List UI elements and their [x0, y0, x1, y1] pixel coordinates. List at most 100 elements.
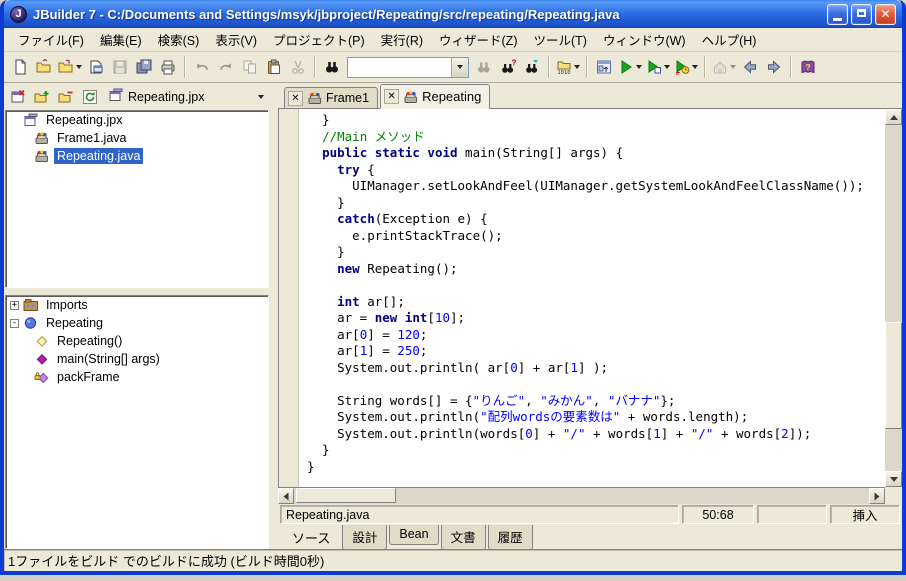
code-line: System.out.println(words[0] + "/" + word… [307, 425, 812, 441]
vertical-scroll-thumb[interactable] [885, 322, 902, 430]
editor-tab-repeating[interactable]: ✕ Repeating [380, 84, 491, 109]
svg-text:?: ? [805, 62, 810, 72]
refresh-project-button[interactable] [78, 85, 102, 109]
save-all-button[interactable] [132, 55, 156, 79]
horizontal-scroll-track[interactable] [294, 488, 869, 504]
expand-icon[interactable]: + [10, 300, 19, 310]
profile-button[interactable] [672, 55, 700, 79]
menu-item-1[interactable]: 編集(E) [92, 27, 150, 52]
scroll-right-button[interactable] [869, 488, 885, 504]
back-button[interactable] [738, 55, 762, 79]
project-combo[interactable]: Repeating.jpx [106, 86, 266, 108]
code-line: } [307, 112, 330, 127]
forward-button[interactable] [762, 55, 786, 79]
menu-item-5[interactable]: 実行(R) [373, 27, 431, 52]
reopen-button[interactable] [56, 55, 84, 79]
view-tab-bar: ソース 設計 Bean 文書 履歴 [278, 525, 902, 551]
find-incremental-button[interactable]: ? [496, 55, 520, 79]
menu-item-2[interactable]: 検索(S) [150, 27, 208, 52]
run-button[interactable] [616, 55, 644, 79]
chevron-down-icon [457, 65, 463, 69]
close-button[interactable]: ✕ [875, 3, 896, 25]
add-file-button[interactable] [30, 85, 54, 109]
hscroll-row [278, 487, 902, 504]
remove-file-button[interactable] [54, 85, 78, 109]
menu-item-3[interactable]: 表示(V) [207, 27, 265, 52]
collapse-icon[interactable]: - [10, 318, 19, 328]
imports-icon [23, 297, 39, 313]
status-empty-cell [757, 505, 827, 524]
search-dropdown-button[interactable] [451, 57, 468, 77]
project-tree-item-frame1-java[interactable]: Frame1.java [6, 129, 268, 147]
code-line: try { [337, 161, 375, 177]
code-area[interactable]: } //Main メソッド public static void main(St… [299, 109, 885, 487]
view-tab-設計[interactable]: 設計 [342, 525, 388, 550]
search-combo[interactable] [347, 56, 469, 78]
save-all-icon [136, 59, 152, 75]
minimize-button[interactable] [827, 3, 848, 25]
horizontal-scrollbar[interactable] [278, 487, 885, 504]
new-file-button[interactable] [8, 55, 32, 79]
debug-icon [646, 59, 662, 75]
menu-item-9[interactable]: ヘルプ(H) [694, 27, 765, 52]
project-tree-item-repeating-java[interactable]: Repeating.java [6, 147, 268, 165]
window-title: JBuilder 7 - C:/Documents and Settings/m… [33, 6, 620, 22]
search-input[interactable] [348, 58, 451, 76]
code-line: public static void main(String[] args) { [322, 145, 624, 160]
scroll-up-button[interactable] [885, 109, 902, 125]
forward-icon [766, 59, 782, 75]
menu-item-4[interactable]: プロジェクト(P) [265, 27, 373, 52]
ui-designer-button[interactable] [592, 55, 616, 79]
paste-button[interactable] [262, 55, 286, 79]
make-project-button[interactable]: 1010 [554, 55, 582, 79]
project-icon [23, 112, 39, 128]
find-in-path-button[interactable] [520, 55, 544, 79]
maximize-button[interactable] [851, 3, 872, 25]
vertical-scrollbar[interactable] [885, 109, 902, 487]
debug-button[interactable] [644, 55, 672, 79]
menu-item-0[interactable]: ファイル(F) [10, 27, 92, 52]
horizontal-splitter[interactable] [4, 288, 270, 295]
home-icon [712, 59, 728, 75]
help-button[interactable]: ? [796, 55, 820, 79]
structure-tree-item-repeating[interactable]: Repeating() [6, 332, 268, 350]
code-line: String words[] = {"りんご", "みかん", "バナナ"}; [307, 392, 676, 408]
view-tab-履歴[interactable]: 履歴 [487, 525, 533, 550]
close-file-button[interactable] [84, 55, 108, 79]
structure-tree-item-imports[interactable]: + Imports [6, 296, 268, 314]
editor-tab-frame1[interactable]: ✕ Frame1 [284, 87, 379, 108]
menu-item-6[interactable]: ウィザード(Z) [431, 27, 525, 52]
menu-item-7[interactable]: ツール(T) [525, 27, 594, 52]
open-file-button[interactable] [32, 55, 56, 79]
help-icon: ? [800, 59, 816, 75]
print-button[interactable] [156, 55, 180, 79]
method-icon [34, 351, 50, 367]
project-tree-item-label: Repeating.jpx [46, 113, 123, 127]
structure-tree[interactable]: + Imports - Repeating Repeating() main(String… [5, 295, 269, 549]
project-tree[interactable]: Repeating.jpx Frame1.java Repeating.java [5, 110, 269, 288]
main-toolbar: ? 1010? [4, 52, 902, 83]
view-tab-bean[interactable]: Bean [389, 525, 439, 545]
view-tab-ソース[interactable]: ソース [282, 525, 341, 551]
vertical-scroll-track[interactable] [885, 125, 902, 471]
close-project-button[interactable] [6, 85, 30, 109]
structure-tree-item-packframe[interactable]: packFrame [6, 368, 268, 386]
structure-tree-item-main-string-args[interactable]: main(String[] args) [6, 350, 268, 368]
open-file-icon [36, 59, 52, 75]
horizontal-scroll-thumb[interactable] [296, 488, 396, 503]
scroll-down-button[interactable] [885, 471, 902, 487]
menu-item-8[interactable]: ウィンドウ(W) [595, 27, 694, 52]
reopen-icon [58, 59, 74, 75]
structure-tree-item-repeating[interactable]: - Repeating [6, 314, 268, 332]
close-tab-icon[interactable]: ✕ [384, 89, 400, 104]
code-line: } [307, 244, 345, 259]
close-tab-icon[interactable]: ✕ [288, 90, 303, 106]
title-bar: J JBuilder 7 - C:/Documents and Settings… [4, 0, 902, 28]
editor-panel: ✕ Frame1 ✕ Repeating } //Main メソッド public s… [278, 83, 902, 551]
find-button[interactable] [320, 55, 344, 79]
toolbar-separator [548, 56, 550, 78]
vertical-splitter[interactable] [270, 83, 278, 549]
project-tree-item-repeating-jpx[interactable]: Repeating.jpx [6, 111, 268, 129]
view-tab-文書[interactable]: 文書 [440, 525, 486, 550]
scroll-left-button[interactable] [278, 488, 294, 504]
